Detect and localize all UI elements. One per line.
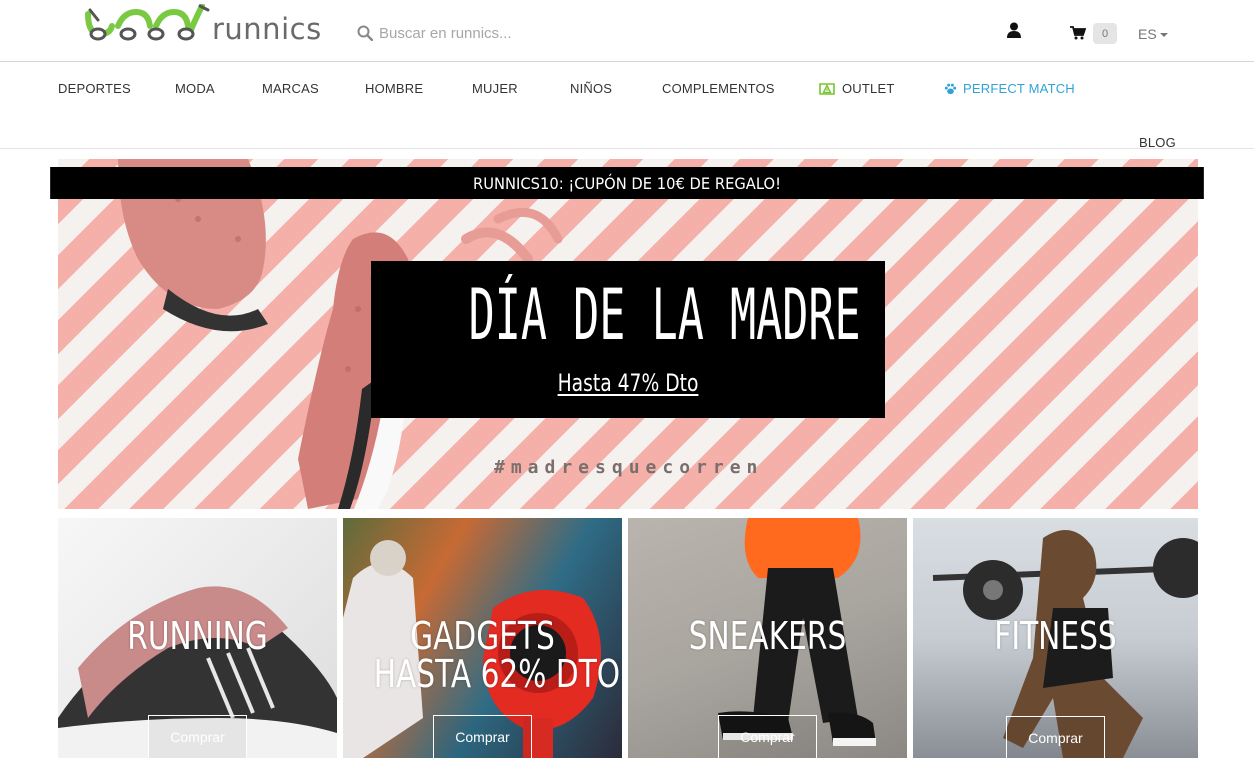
tile-running-title: RUNNING <box>127 614 268 658</box>
site-header: runnics 0 ES <box>0 0 1254 62</box>
cart-count-badge[interactable]: 0 <box>1093 23 1117 44</box>
hero-hashtag: #madresquecorren <box>494 457 764 478</box>
nav-item-marcas[interactable]: MARCAS <box>262 81 319 96</box>
language-label: ES <box>1138 26 1157 42</box>
hero-text-box: DÍA DE LA MADRE Hasta 47% Dto <box>371 261 885 418</box>
nav-item-perfect-match[interactable]: PERFECT MATCH <box>944 81 1075 96</box>
promo-bar[interactable]: RUNNICS10: ¡CUPÓN DE 10€ DE REGALO! <box>50 167 1204 199</box>
outlet-icon <box>819 82 835 95</box>
main-nav: DEPORTES MODA MARCAS HOMBRE MUJER NIÑOS … <box>0 63 1254 150</box>
tile-sneakers-title: SNEAKERS <box>688 614 847 658</box>
tile-fitness-title: FITNESS <box>994 614 1117 658</box>
nav-item-hombre[interactable]: HOMBRE <box>365 81 423 96</box>
language-selector[interactable]: ES <box>1138 26 1168 42</box>
nav-item-moda[interactable]: MODA <box>175 81 215 96</box>
buy-button-sneakers[interactable]: Comprar <box>718 715 817 758</box>
nav-item-mujer[interactable]: MUJER <box>472 81 518 96</box>
tile-gadgets-title-line2: HASTA 62% DTO <box>373 652 621 696</box>
nav-item-complementos[interactable]: COMPLEMENTOS <box>662 81 775 96</box>
buy-button-running[interactable]: Comprar <box>148 715 247 758</box>
logo-text[interactable]: runnics <box>212 12 322 46</box>
nav-item-outlet[interactable]: OUTLET <box>818 81 894 96</box>
promo-text: RUNNICS10: ¡CUPÓN DE 10€ DE REGALO! <box>472 173 782 193</box>
chevron-down-icon <box>1159 32 1168 37</box>
nav-item-ninos[interactable]: NIÑOS <box>570 81 612 96</box>
paw-icon <box>944 83 957 94</box>
tile-gadgets-title-line1: GADGETS <box>410 614 555 658</box>
tile-fitness[interactable]: FITNESS Comprar <box>913 518 1198 758</box>
tile-gadgets[interactable]: GADGETS HASTA 62% DTO Comprar <box>343 518 622 758</box>
tile-running[interactable]: RUNNING Comprar <box>58 518 337 758</box>
search-icon[interactable] <box>357 25 373 41</box>
nav-item-blog[interactable]: BLOG <box>1139 135 1176 150</box>
hero-banner[interactable]: DÍA DE LA MADRE Hasta 47% Dto #madresque… <box>58 159 1198 509</box>
buy-button-gadgets[interactable]: Comprar <box>433 715 532 758</box>
search-input[interactable] <box>379 24 649 42</box>
tile-sneakers[interactable]: SNEAKERS Comprar <box>628 518 907 758</box>
hero-subtitle-link[interactable]: Hasta 47% Dto <box>428 369 829 397</box>
hero-title: DÍA DE LA MADRE <box>468 274 861 356</box>
user-icon[interactable] <box>1006 22 1022 38</box>
nav-item-deportes[interactable]: DEPORTES <box>58 81 131 96</box>
cart-icon[interactable] <box>1070 26 1086 40</box>
buy-button-fitness[interactable]: Comprar <box>1006 716 1105 758</box>
search-bar[interactable] <box>357 20 657 46</box>
